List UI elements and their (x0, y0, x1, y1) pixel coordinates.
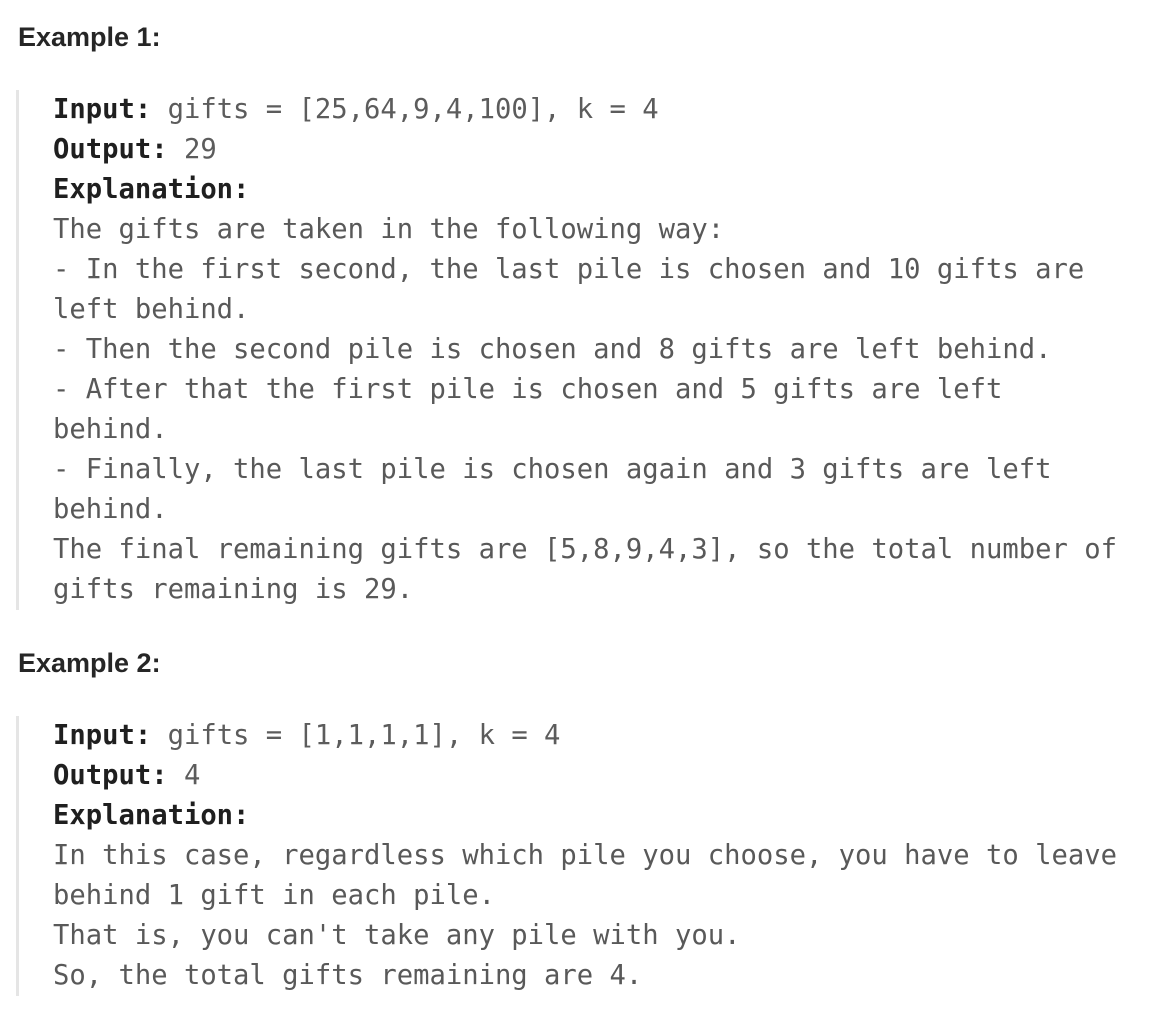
explanation-line: behind. (53, 414, 168, 445)
explanation-line: The final remaining gifts are [5,8,9,4,3… (53, 534, 1117, 565)
explanation-line: left behind. (53, 294, 250, 325)
output-label: Output: (53, 134, 168, 165)
input-value: gifts = [1,1,1,1], k = 4 (151, 720, 561, 751)
explanation-label-line: Explanation: (53, 170, 1166, 210)
explanation-label-line: Explanation: (53, 796, 1166, 836)
input-line: Input: gifts = [1,1,1,1], k = 4 (53, 716, 1166, 756)
output-line: Output: 4 (53, 756, 1166, 796)
explanation-line: gifts remaining is 29. (53, 574, 414, 605)
output-value: 4 (167, 760, 201, 791)
input-value: gifts = [25,64,9,4,100], k = 4 (151, 94, 659, 125)
output-line: Output: 29 (53, 130, 1166, 170)
input-line: Input: gifts = [25,64,9,4,100], k = 4 (53, 90, 1166, 130)
explanation-line: behind. (53, 494, 168, 525)
explanation-line: In this case, regardless which pile you … (53, 840, 1117, 871)
output-label: Output: (53, 760, 168, 791)
example-1-block: Input: gifts = [25,64,9,4,100], k = 4 Ou… (16, 90, 1166, 610)
output-value: 29 (167, 134, 217, 165)
example-1-title: Example 1: (18, 22, 161, 52)
input-label: Input: (53, 720, 152, 751)
example-2-block: Input: gifts = [1,1,1,1], k = 4 Output: … (16, 716, 1166, 996)
input-label: Input: (53, 94, 152, 125)
example-2-title: Example 2: (18, 648, 161, 678)
explanation-label: Explanation: (53, 174, 250, 205)
explanation-line: The gifts are taken in the following way… (53, 214, 725, 245)
explanation-label: Explanation: (53, 800, 250, 831)
explanation-line: - In the first second, the last pile is … (53, 254, 1085, 285)
explanation-line: behind 1 gift in each pile. (53, 880, 495, 911)
explanation-line: - Then the second pile is chosen and 8 g… (53, 334, 1052, 365)
explanation-line: - Finally, the last pile is chosen again… (53, 454, 1052, 485)
explanation-line: So, the total gifts remaining are 4. (53, 960, 643, 991)
explanation-line: - After that the first pile is chosen an… (53, 374, 1003, 405)
explanation-line: That is, you can't take any pile with yo… (53, 920, 741, 951)
